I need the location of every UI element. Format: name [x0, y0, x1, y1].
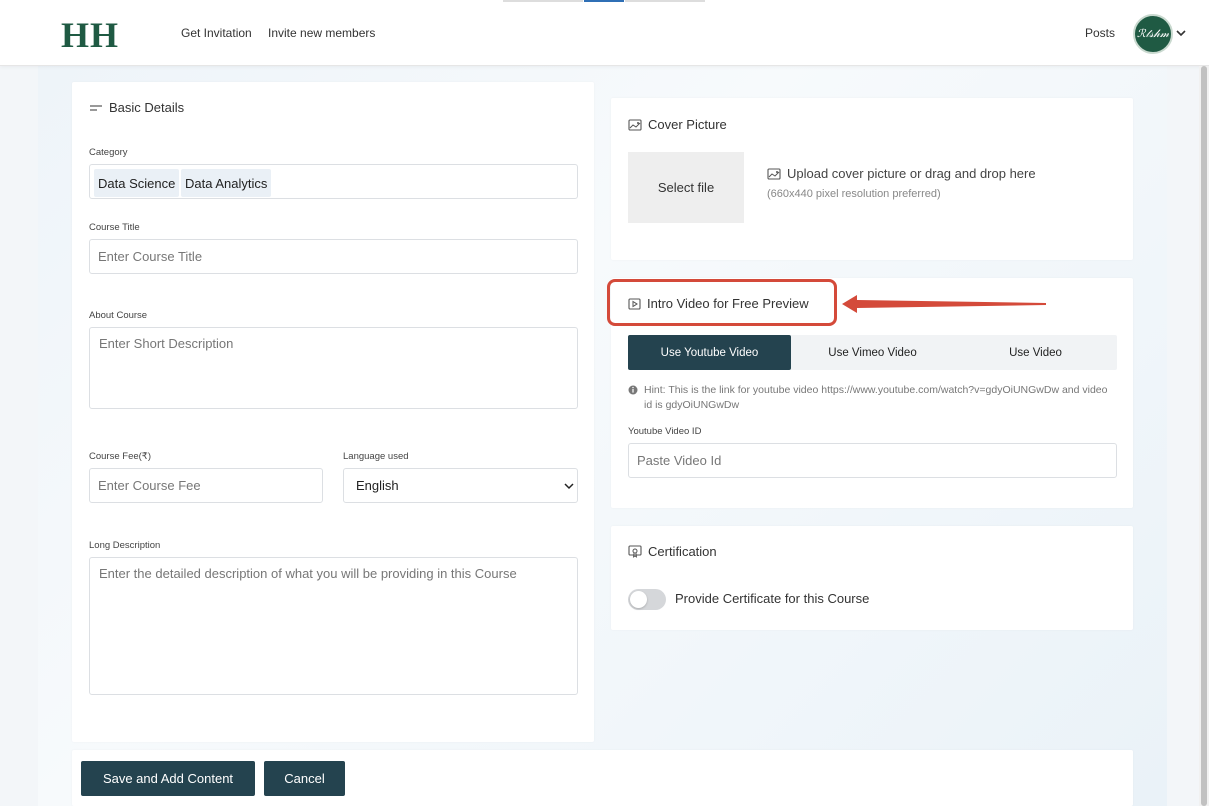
language-label: Language used [343, 451, 409, 462]
about-course-label: About Course [89, 310, 148, 321]
long-description-textarea[interactable] [89, 557, 578, 695]
course-fee-input[interactable] [89, 468, 323, 503]
certificate-toggle-label: Provide Certificate for this Course [675, 591, 870, 606]
cover-picture-heading: Cover Picture [628, 117, 727, 132]
tab-use-video[interactable]: Use Video [954, 335, 1117, 370]
youtube-hint: Hint: This is the link for youtube video… [628, 383, 1118, 413]
cancel-button[interactable]: Cancel [264, 761, 345, 796]
scrollbar-thumb[interactable] [1201, 66, 1207, 806]
category-multiselect[interactable]: Data Science Data Analytics [89, 164, 578, 199]
basic-details-title: Basic Details [109, 100, 185, 115]
top-tab-strip [625, 0, 705, 2]
red-arrow-annotation [842, 295, 1046, 313]
avatar[interactable]: ℛ𝓉𝓈𝒽𝓂 [1133, 14, 1173, 54]
about-course-textarea[interactable] [89, 327, 578, 409]
nav-posts[interactable]: Posts [1085, 26, 1115, 40]
upload-text: Upload cover picture or drag and drop he… [787, 166, 1036, 181]
language-select[interactable]: English [343, 468, 578, 503]
category-tag-data-analytics[interactable]: Data Analytics [181, 169, 272, 197]
brand-logo[interactable]: HH [61, 14, 119, 56]
top-tab-strip [503, 0, 583, 2]
top-navbar: HH Get Invitation Invite new members Pos… [0, 0, 1209, 66]
toggle-knob [630, 591, 647, 608]
category-label: Category [89, 147, 128, 158]
resolution-note: (660x440 pixel resolution preferred) [767, 188, 941, 200]
long-description-label: Long Description [89, 540, 161, 551]
hint-text: Hint: This is the link for youtube video… [644, 384, 1108, 411]
select-file-button[interactable]: Select file [628, 152, 744, 223]
avatar-signature: ℛ𝓉𝓈𝒽𝓂 [1136, 27, 1170, 40]
category-tag-data-science[interactable]: Data Science [94, 169, 180, 197]
info-icon [628, 385, 638, 395]
course-title-label: Course Title [89, 222, 140, 233]
highlight-annotation-box [607, 279, 837, 326]
page-scrollbar[interactable] [1199, 66, 1209, 806]
image-icon [767, 167, 781, 180]
course-title-input[interactable] [89, 239, 578, 274]
certification-heading: Certification [628, 544, 717, 559]
youtube-video-id-label: Youtube Video ID [628, 426, 702, 437]
image-icon [628, 118, 642, 131]
save-and-add-content-button[interactable]: Save and Add Content [81, 761, 255, 796]
top-tab-strip-active [584, 0, 624, 2]
certification-title: Certification [648, 544, 717, 559]
cover-picture-title: Cover Picture [648, 117, 727, 132]
certificate-icon [628, 545, 642, 558]
upload-instructions[interactable]: Upload cover picture or drag and drop he… [767, 166, 1036, 181]
menu-lines-icon [90, 104, 102, 111]
youtube-video-id-input[interactable] [628, 443, 1117, 478]
nav-get-invitation[interactable]: Get Invitation [181, 26, 252, 40]
tab-youtube-video[interactable]: Use Youtube Video [628, 335, 791, 370]
video-source-tabs: Use Youtube Video Use Vimeo Video Use Vi… [628, 335, 1117, 370]
tab-vimeo-video[interactable]: Use Vimeo Video [791, 335, 954, 370]
course-fee-label: Course Fee(₹) [89, 451, 152, 462]
certification-card [611, 526, 1133, 630]
basic-details-heading: Basic Details [89, 100, 184, 115]
certificate-toggle[interactable] [628, 589, 666, 610]
chevron-down-icon[interactable] [1175, 27, 1187, 39]
nav-invite-members[interactable]: Invite new members [268, 26, 375, 40]
